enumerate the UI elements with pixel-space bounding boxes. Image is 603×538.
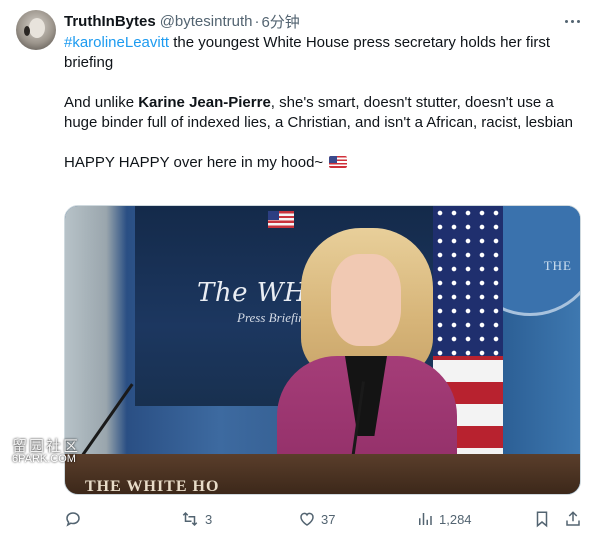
podium-text: THE WHITE HO bbox=[85, 478, 220, 495]
like-count: 37 bbox=[321, 511, 336, 527]
more-horizontal-icon bbox=[564, 19, 580, 23]
seal-text: THE bbox=[543, 258, 572, 273]
more-options-button[interactable] bbox=[560, 11, 584, 31]
reply-button[interactable] bbox=[64, 506, 87, 532]
hashtag-link[interactable]: #karolineLeavitt bbox=[64, 34, 169, 51]
tweet-photo[interactable]: The WHITE HO Press Briefing THE THE WHIT… bbox=[64, 205, 581, 495]
avatar-ear bbox=[24, 26, 30, 36]
tweet-paragraph-3: HAPPY HAPPY over here in my hood~ bbox=[64, 153, 589, 173]
speaker-face bbox=[331, 254, 401, 346]
para3-text: HAPPY HAPPY over here in my hood~ bbox=[64, 154, 324, 171]
separator-dot: · bbox=[254, 12, 260, 30]
share-icon bbox=[566, 511, 580, 526]
share-button[interactable] bbox=[564, 506, 582, 532]
reply-icon bbox=[66, 512, 80, 527]
watermark-site: 6PARK.COM bbox=[12, 453, 76, 465]
tweet-paragraph-1: #karolineLeavitt the youngest White Hous… bbox=[64, 33, 589, 73]
site-watermark: 留园社区 6PARK.COM bbox=[12, 438, 81, 466]
heart-icon bbox=[300, 512, 314, 526]
avatar[interactable] bbox=[16, 10, 56, 50]
tweet[interactable]: TruthInBytes @bytesintruth · 6分钟 #karoli… bbox=[0, 0, 603, 538]
tweet-text: #karolineLeavitt the youngest White Hous… bbox=[64, 33, 589, 173]
user-handle[interactable]: @bytesintruth bbox=[160, 13, 253, 30]
like-button[interactable]: 37 bbox=[298, 506, 335, 532]
para2-bold-name: Karine Jean-Pierre bbox=[138, 94, 271, 111]
views-count: 1,284 bbox=[439, 511, 472, 527]
us-flag-emoji-icon bbox=[329, 156, 348, 168]
views-button[interactable]: 1,284 bbox=[416, 506, 472, 532]
retweet-icon bbox=[182, 511, 198, 527]
avatar-head bbox=[29, 18, 45, 38]
retweet-button[interactable]: 3 bbox=[180, 506, 212, 532]
watermark-cn: 留园社区 bbox=[12, 438, 81, 455]
screen-flag-icon bbox=[268, 211, 294, 228]
retweet-count: 3 bbox=[205, 511, 213, 527]
bookmark-button[interactable] bbox=[533, 506, 551, 532]
para2-before: And unlike bbox=[64, 94, 139, 111]
tweet-header: TruthInBytes @bytesintruth · 6分钟 bbox=[64, 11, 300, 31]
display-name[interactable]: TruthInBytes bbox=[64, 13, 156, 30]
tweet-actions: 3 37 1,284 bbox=[56, 506, 586, 532]
timestamp[interactable]: 6分钟 bbox=[261, 11, 299, 32]
views-chart-icon bbox=[419, 513, 432, 525]
tweet-paragraph-2: And unlike Karine Jean-Pierre, she's sma… bbox=[64, 93, 589, 133]
bookmark-icon bbox=[536, 511, 548, 528]
